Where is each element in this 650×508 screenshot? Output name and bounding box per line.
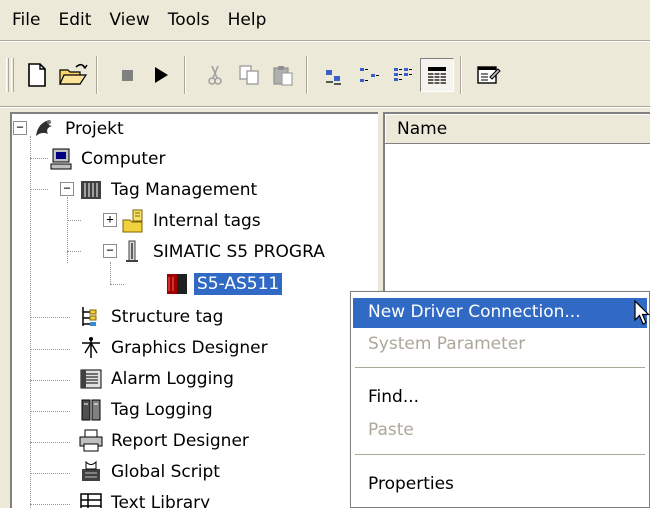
toolbar-grip[interactable] <box>6 58 9 92</box>
paste-icon[interactable] <box>266 58 300 92</box>
tree-item-tag-management[interactable]: Tag Management <box>78 175 260 205</box>
copy-icon[interactable] <box>232 58 266 92</box>
tree-connector <box>30 317 70 318</box>
menu-item-system-parameter[interactable]: System Parameter <box>353 330 647 360</box>
menu-tools[interactable]: Tools <box>160 6 220 34</box>
menu-item-find[interactable]: Find... <box>353 383 647 413</box>
menu-bar: File Edit View Tools Help <box>0 0 650 40</box>
tree-connector <box>30 473 70 474</box>
internal-tags-icon <box>120 208 146 234</box>
context-menu: New Driver Connection... System Paramete… <box>350 291 650 508</box>
properties-icon[interactable] <box>472 58 506 92</box>
menubar-divider <box>0 40 650 42</box>
tree-connector <box>30 158 48 159</box>
tree-connector <box>30 349 70 350</box>
toolbar-separator <box>460 56 462 94</box>
toolbar <box>0 44 650 108</box>
graphics-designer-icon <box>78 335 104 361</box>
tag-logging-icon <box>78 397 104 423</box>
stop-icon[interactable] <box>110 58 144 92</box>
open-icon[interactable] <box>56 58 90 92</box>
tree-item-label: Projekt <box>65 119 124 139</box>
toolbar-separator <box>96 56 98 94</box>
tree-item-internal-tags[interactable]: Internal tags <box>120 206 264 236</box>
menu-item-properties[interactable]: Properties <box>353 470 647 500</box>
tree-item-tag-logging[interactable]: Tag Logging <box>78 395 216 425</box>
tree-connector <box>30 380 70 381</box>
tree-connector <box>30 189 48 190</box>
tree-connector <box>30 442 70 443</box>
tag-management-icon <box>78 177 104 203</box>
tree-item-label: Tag Logging <box>111 400 213 420</box>
menu-view[interactable]: View <box>101 6 159 34</box>
menu-help[interactable]: Help <box>220 6 277 34</box>
tree-item-s5-as511[interactable]: S5-AS511 <box>164 269 284 299</box>
tree-item-label: S5-AS511 <box>192 272 284 296</box>
project-icon <box>32 116 58 142</box>
report-designer-icon <box>78 428 104 454</box>
tree-item-computer[interactable]: Computer <box>48 144 169 174</box>
tree-item-label: Graphics Designer <box>111 338 268 358</box>
tree-item-label: SIMATIC S5 PROGRA <box>153 242 325 262</box>
toolbar-divider <box>0 106 650 108</box>
menu-file[interactable]: File <box>4 6 50 34</box>
toolbar-separator <box>306 56 308 94</box>
connection-icon <box>164 271 190 297</box>
tree-connector <box>67 197 68 263</box>
tree-connector <box>30 411 70 412</box>
plc-icon <box>120 239 146 265</box>
tree-item-label: Global Script <box>111 462 220 482</box>
tree-item-projekt[interactable]: Projekt <box>32 114 127 144</box>
collapse-projekt-toggle[interactable]: − <box>13 121 27 135</box>
tree-item-global-script[interactable]: Global Script <box>78 457 223 487</box>
tree-connector <box>30 136 31 508</box>
tree-connector <box>67 251 81 252</box>
tree-item-label: Text Library <box>111 493 211 508</box>
cut-icon[interactable] <box>198 58 232 92</box>
toolbar-grip-2 <box>11 58 14 92</box>
tree-item-label: Tag Management <box>111 180 258 200</box>
computer-icon <box>48 146 74 172</box>
tree-connector <box>30 504 70 505</box>
expand-internal-tags-toggle[interactable]: + <box>103 213 117 227</box>
tree-item-text-library[interactable]: Text Library <box>78 488 213 508</box>
details-icon[interactable] <box>420 58 454 92</box>
small-icons-icon[interactable] <box>352 58 386 92</box>
menu-edit[interactable]: Edit <box>50 6 101 34</box>
new-icon[interactable] <box>20 58 54 92</box>
tree-item-label: Alarm Logging <box>111 369 234 389</box>
alarm-logging-icon <box>78 366 104 392</box>
menu-item-new-driver-connection[interactable]: New Driver Connection... <box>353 298 647 328</box>
tree-item-structure-tag[interactable]: Structure tag <box>78 302 226 332</box>
tree-item-simatic-s5[interactable]: SIMATIC S5 PROGRA <box>120 237 328 267</box>
toolbar-separator <box>184 56 186 94</box>
column-header-name[interactable]: Name <box>385 114 650 144</box>
global-script-icon <box>78 459 104 485</box>
tree-item-label: Computer <box>81 149 166 169</box>
large-icons-icon[interactable] <box>318 58 352 92</box>
tree-connector <box>110 262 111 284</box>
text-library-icon <box>78 490 104 508</box>
navigation-tree[interactable]: − − + − Projekt Computer Tag Management … <box>10 112 378 508</box>
tree-item-label: Report Designer <box>111 431 249 451</box>
tree-item-label: Internal tags <box>153 211 261 231</box>
tree-connector <box>110 284 124 285</box>
tree-item-alarm-logging[interactable]: Alarm Logging <box>78 364 237 394</box>
list-icon[interactable] <box>386 58 420 92</box>
tree-item-graphics-designer[interactable]: Graphics Designer <box>78 333 271 363</box>
menu-item-paste[interactable]: Paste <box>353 416 647 446</box>
collapse-simatic-toggle[interactable]: − <box>103 244 117 258</box>
structure-tag-icon <box>78 304 104 330</box>
menu-separator <box>355 454 645 456</box>
tree-item-report-designer[interactable]: Report Designer <box>78 426 252 456</box>
menu-separator <box>355 367 645 369</box>
collapse-tag-management-toggle[interactable]: − <box>60 182 74 196</box>
tree-connector <box>67 220 81 221</box>
tree-item-label: Structure tag <box>111 307 224 327</box>
run-icon[interactable] <box>144 58 178 92</box>
mouse-pointer-icon <box>634 299 650 333</box>
